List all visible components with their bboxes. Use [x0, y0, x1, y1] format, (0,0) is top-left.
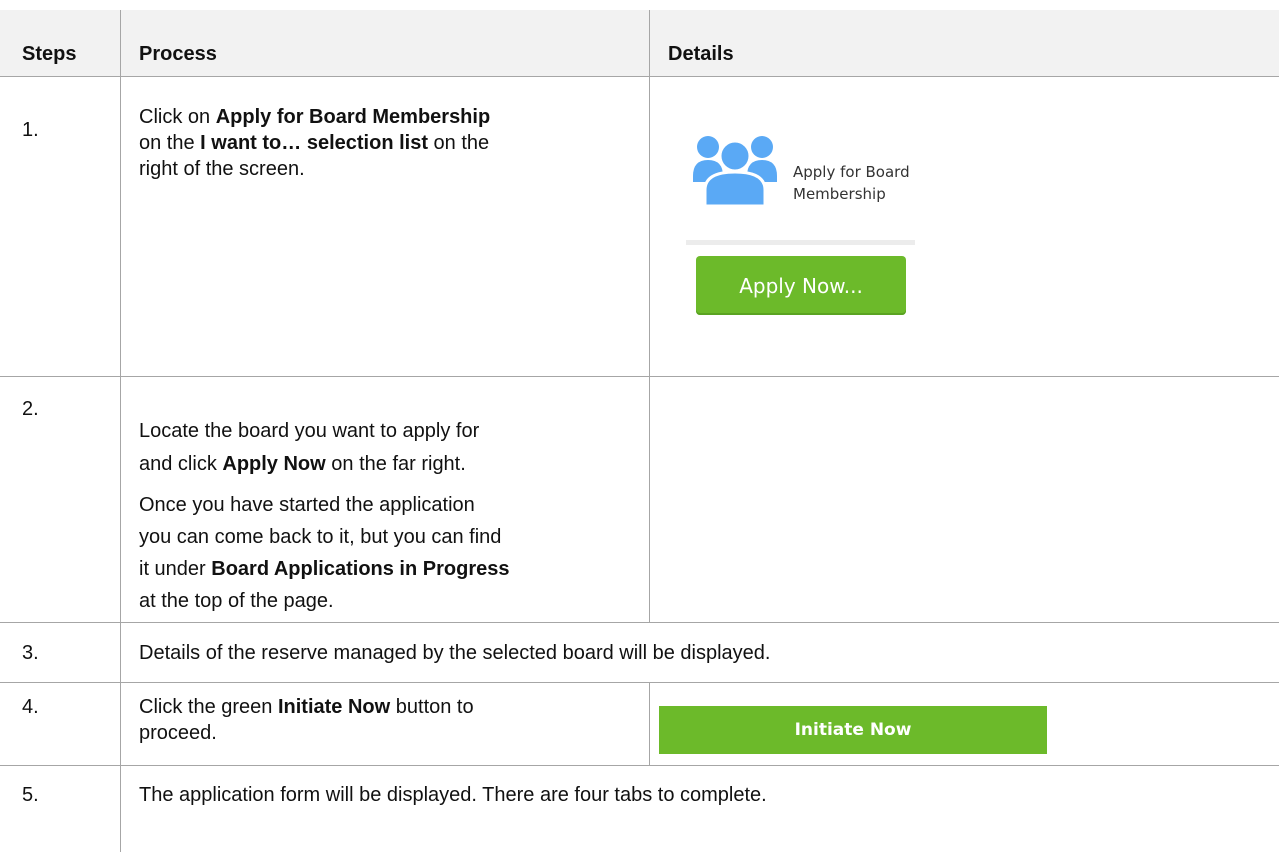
step-number: 1. [22, 119, 39, 141]
apply-board-membership-caption: Apply for Board Membership [793, 161, 953, 205]
bold-term: I want to… selection list [200, 132, 428, 154]
row3-bottom-border [0, 682, 1279, 683]
col-divider-1 [120, 10, 121, 852]
step-number: 2. [22, 398, 39, 420]
text-line: Click the green Initiate Now button to [139, 696, 474, 718]
step-2-process-text-2: Once you have started the application you… [139, 489, 644, 617]
step-2-process-text-1: Locate the board you want to apply for a… [139, 418, 644, 484]
row4-bottom-border [0, 765, 1279, 766]
text-line: you can come back to it, but you can fin… [139, 526, 502, 548]
apply-now-button[interactable]: Apply Now... [696, 256, 906, 315]
step-number: 4. [22, 696, 39, 718]
row2-bottom-border [0, 622, 1279, 623]
text-line: at the top of the page. [139, 590, 334, 612]
step-1-process-text: Click on Apply for Board Membership on th… [139, 104, 639, 182]
caption-line-2: Membership [793, 185, 886, 203]
step-3-text: Details of the reserve managed by the se… [139, 642, 771, 664]
separator-bar [686, 240, 915, 245]
step-4-process-text: Click the green Initiate Now button to pr… [139, 694, 639, 746]
bold-term: Apply Now [222, 453, 326, 475]
col-divider-2 [649, 10, 650, 622]
step-number: 5. [22, 784, 39, 806]
initiate-now-button[interactable]: Initiate Now [659, 706, 1047, 754]
step-5-text: The application form will be displayed. … [139, 784, 767, 806]
text-line: Locate the board you want to apply for [139, 420, 480, 442]
people-group-icon [693, 136, 777, 206]
header-steps: Steps [22, 43, 77, 65]
text-line: it under Board Applications in Progress [139, 558, 510, 580]
text-line: proceed. [139, 722, 217, 744]
caption-line-1: Apply for Board [793, 163, 910, 181]
header-process: Process [139, 43, 217, 65]
text-line: and click Apply Now on the far right. [139, 453, 466, 475]
bold-term: Apply for Board Membership [215, 106, 491, 128]
step-number: 3. [22, 642, 39, 664]
text-line: Click on Apply for Board Membership [139, 106, 491, 128]
bold-term: Board Applications in Progress [211, 558, 510, 580]
text-line: right of the screen. [139, 158, 305, 180]
bold-term: Initiate Now [277, 696, 391, 718]
row1-bottom-border [0, 376, 1279, 377]
header-bottom-border [0, 76, 1279, 77]
text-line: Once you have started the application [139, 494, 475, 516]
col-divider-2-row4 [649, 683, 650, 765]
header-details: Details [668, 43, 734, 65]
text-line: on the I want to… selection list on the [139, 132, 490, 154]
